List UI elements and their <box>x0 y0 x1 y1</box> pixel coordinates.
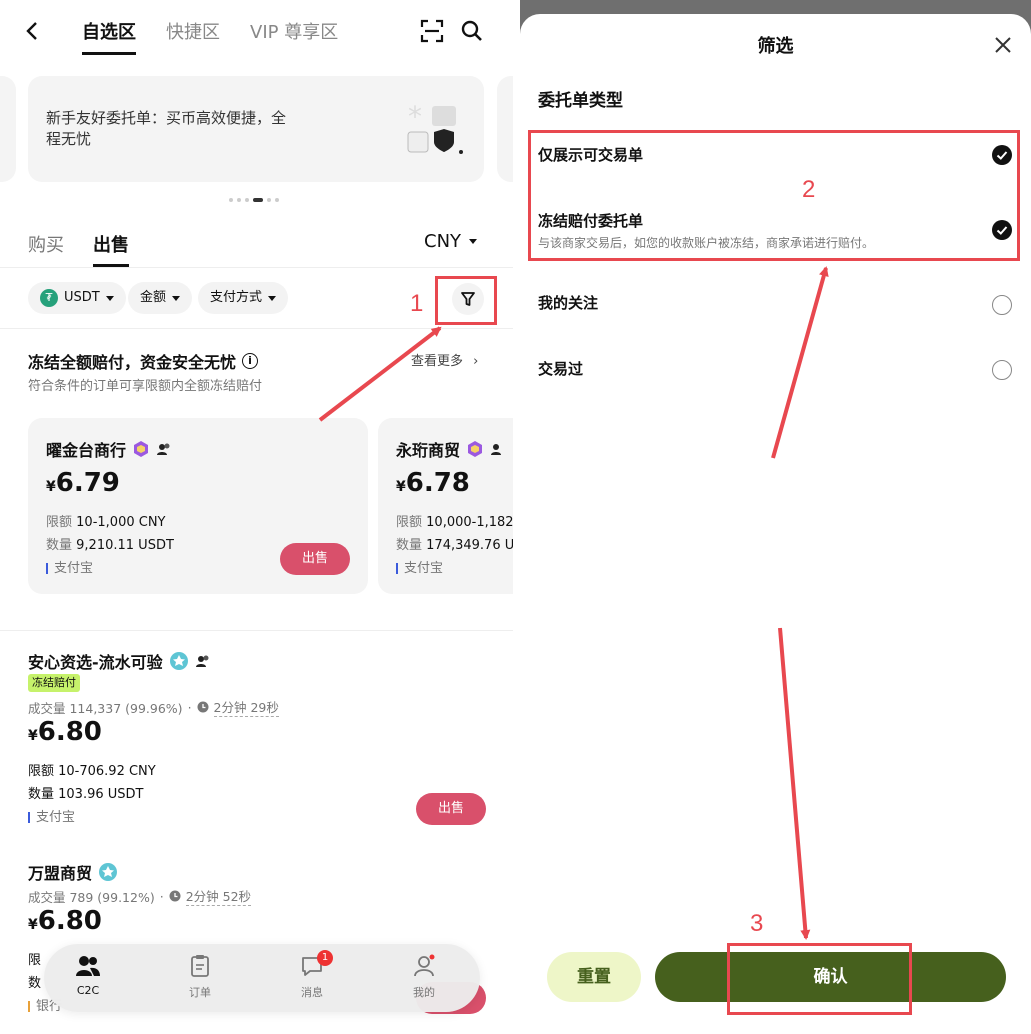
annotation-arrow-2 <box>771 266 829 459</box>
annotation-arrow-3 <box>778 627 811 940</box>
annotation-arrows <box>318 266 829 940</box>
screenshot: 自选区 快捷区 VIP 尊享区 新手友好委托单：买币高效便捷，全程无忧 * 购买… <box>0 0 1031 1034</box>
annotation-arrow-1 <box>318 326 442 422</box>
